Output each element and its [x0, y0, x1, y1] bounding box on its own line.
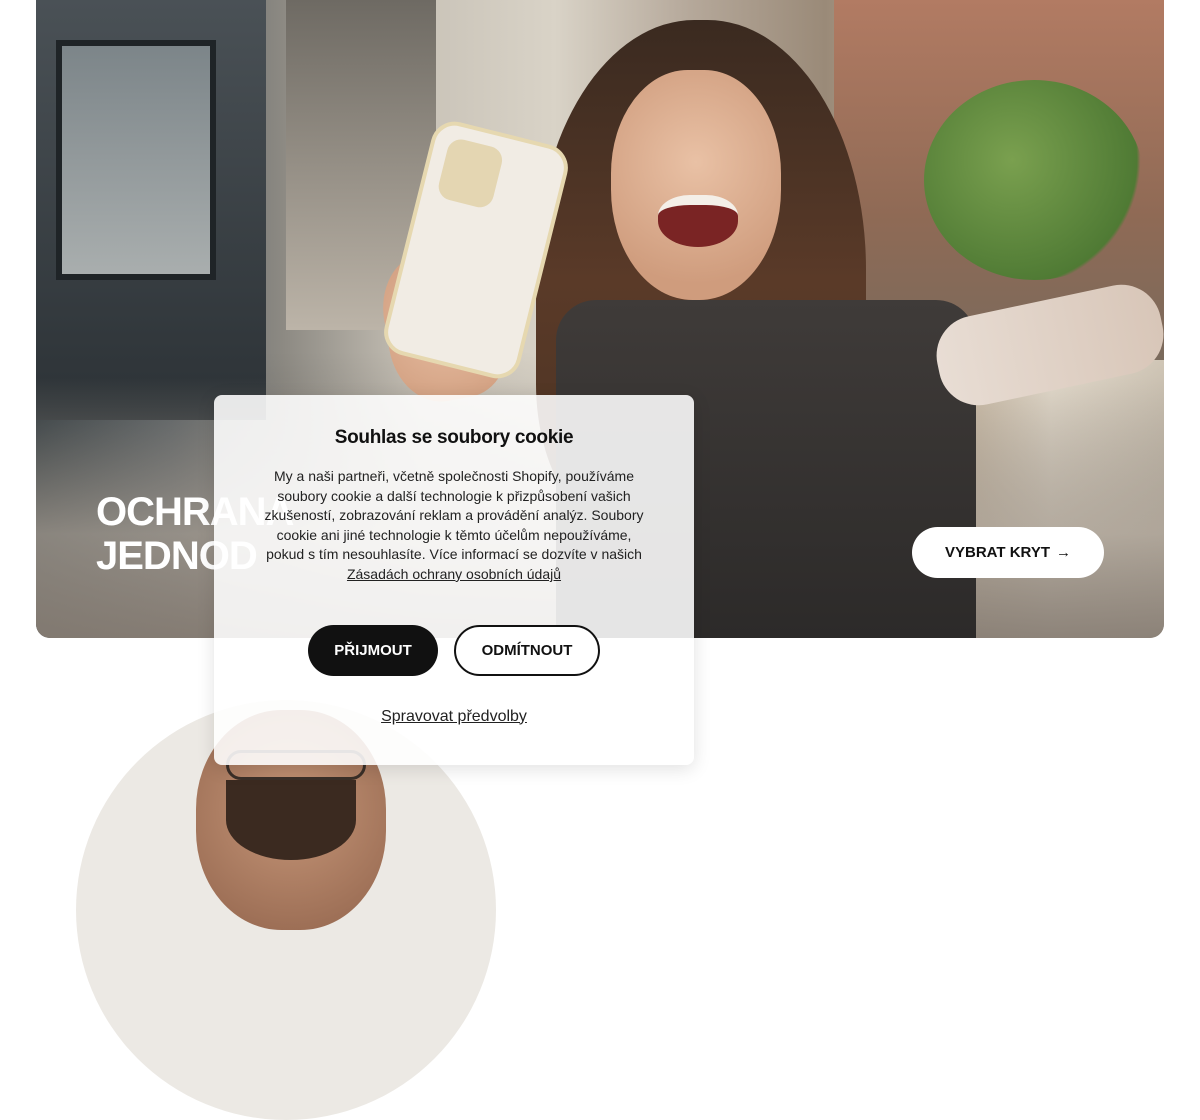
cookie-buttons: PŘIJMOUT ODMÍTNOUT	[254, 624, 654, 676]
choose-case-label: VYBRAT KRYT	[945, 544, 1050, 561]
phone-camera	[435, 136, 506, 211]
choose-case-button[interactable]: VYBRAT KRYT →	[912, 527, 1104, 578]
arrow-right-icon: →	[1056, 544, 1071, 561]
portrait-beard	[226, 780, 356, 860]
hero-image-person-mouth	[658, 195, 738, 247]
cookie-title: Souhlas se soubory cookie	[334, 427, 574, 448]
privacy-policy-link[interactable]: Zásadách ochrany osobních údajů	[347, 566, 561, 582]
manage-preferences-link[interactable]: Spravovat předvolby	[381, 708, 527, 726]
hero-image-tree	[924, 80, 1144, 280]
hero-image-person-face	[611, 70, 781, 300]
decline-button[interactable]: ODMÍTNOUT	[454, 624, 600, 676]
hero-image-window	[56, 40, 216, 280]
cookie-description-text: My a naši partneři, včetně společnosti S…	[264, 468, 644, 563]
cookie-consent-dialog: Souhlas se soubory cookie My a naši part…	[214, 395, 694, 765]
cookie-description: My a naši partneři, včetně společnosti S…	[254, 467, 654, 585]
accept-button[interactable]: PŘIJMOUT	[308, 624, 438, 676]
